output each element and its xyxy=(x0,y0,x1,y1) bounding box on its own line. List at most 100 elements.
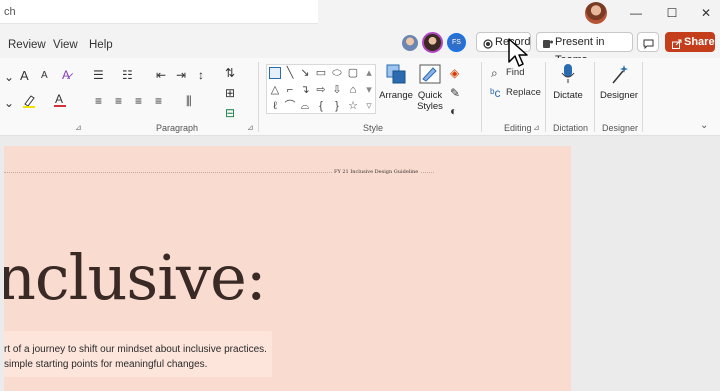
search-box[interactable]: ch xyxy=(0,0,318,24)
font-dialog-launcher[interactable]: ⊿ xyxy=(75,123,82,132)
svg-text:A: A xyxy=(55,92,63,106)
group-label-paragraph: Paragraph xyxy=(156,123,199,133)
replace-icon: ᵇc xyxy=(490,86,501,100)
shape-outline-icon[interactable]: ✎ xyxy=(450,86,460,100)
chevron-down-icon[interactable]: ⌄ xyxy=(4,96,14,110)
gallery-up-icon[interactable]: ▴ xyxy=(363,67,375,79)
shrink-font-button[interactable]: A xyxy=(41,70,48,81)
gallery-down-icon[interactable]: ▾ xyxy=(363,84,375,96)
mouse-cursor-icon xyxy=(508,38,528,67)
ribbon: ⌄ A A A̷ ⌄ A ⊿ ☰ ☷ ⇤ ⇥ ↕ ⇅ ≡ ≡ ≡ ≡ ⫼ ⊞ ⊟… xyxy=(0,58,720,136)
arrow-line-shape-icon[interactable]: ↘ xyxy=(299,67,311,79)
slide-body[interactable]: rt of a journey to shift our mindset abo… xyxy=(4,331,272,377)
highlighter-icon[interactable] xyxy=(22,94,36,111)
curve-shape-icon[interactable]: ⌒ xyxy=(284,100,296,112)
group-label-style: Style xyxy=(363,123,384,133)
brace-left-shape-icon[interactable]: { xyxy=(315,100,327,112)
shape-fill-icon[interactable]: ◈ xyxy=(450,66,459,80)
smartart-icon[interactable]: ⊟ xyxy=(225,106,235,120)
quick-styles-icon xyxy=(419,64,441,87)
decrease-indent-icon[interactable]: ⇤ xyxy=(156,68,166,82)
increase-indent-icon[interactable]: ⇥ xyxy=(176,68,186,82)
arrange-icon xyxy=(386,64,406,87)
collaborator-avatar-1[interactable] xyxy=(402,35,418,51)
group-label-dictation: Dictation xyxy=(553,123,589,133)
tab-view[interactable]: View xyxy=(53,39,78,51)
textbox-shape-icon[interactable] xyxy=(269,67,281,79)
group-label-editing: Editing xyxy=(504,123,532,133)
designer-button[interactable]: Designer xyxy=(600,90,638,101)
align-center-icon[interactable]: ≡ xyxy=(115,94,122,108)
triangle-shape-icon[interactable]: △ xyxy=(269,84,281,96)
search-text: ch xyxy=(4,6,16,18)
share-button[interactable]: Share xyxy=(665,32,715,52)
divider xyxy=(258,62,259,132)
grow-font-button[interactable]: A xyxy=(20,68,29,83)
collapse-ribbon-icon[interactable]: ⌄ xyxy=(700,120,708,131)
present-in-teams-button[interactable]: Present in Teams xyxy=(536,32,633,66)
editing-dialog-launcher[interactable]: ⊿ xyxy=(533,123,540,132)
collaborator-avatar-3[interactable]: FS xyxy=(447,33,466,52)
arc-shape-icon[interactable]: ⌓ xyxy=(299,100,311,112)
text-direction-icon[interactable]: ⇅ xyxy=(225,66,235,80)
align-right-icon[interactable]: ≡ xyxy=(135,94,142,108)
justify-icon[interactable]: ≡ xyxy=(155,94,162,108)
freeform-shape-icon[interactable]: ℓ xyxy=(269,100,281,112)
share-icon xyxy=(672,37,682,55)
brace-right-shape-icon[interactable]: } xyxy=(331,100,343,112)
find-icon: ⌕ xyxy=(491,66,498,80)
tab-review[interactable]: Review xyxy=(8,39,46,51)
rectangle-shape-icon[interactable]: ▭ xyxy=(315,67,327,79)
comment-button[interactable] xyxy=(637,32,659,52)
flowchart-shape-icon[interactable]: ⌂ xyxy=(347,84,359,96)
tab-help[interactable]: Help xyxy=(89,39,113,51)
comment-icon xyxy=(643,37,654,55)
down-arrow-shape-icon[interactable]: ⇩ xyxy=(331,84,343,96)
teams-icon xyxy=(543,37,553,55)
divider xyxy=(642,62,643,132)
collaborator-avatar-2[interactable] xyxy=(422,32,443,53)
columns-icon[interactable]: ⫼ xyxy=(186,94,192,109)
numbering-icon[interactable]: ☷ xyxy=(122,68,133,82)
title-bar: ch — ☐ ✕ xyxy=(0,0,720,28)
star-shape-icon[interactable]: ☆ xyxy=(347,100,359,112)
chevron-down-icon[interactable]: ⌄ xyxy=(4,70,14,84)
divider xyxy=(594,62,595,132)
minimize-button[interactable]: — xyxy=(622,4,650,22)
shapes-gallery[interactable]: ╲ ↘ ▭ ⬭ ▢ △ ⌐ ↴ ⇨ ⇩ ⌂ ℓ ⌒ ⌓ { } ☆ ▴ ▾ ▿ xyxy=(266,64,376,114)
font-color-icon[interactable]: A xyxy=(53,92,67,111)
profile-avatar[interactable] xyxy=(585,2,607,24)
paragraph-dialog-launcher[interactable]: ⊿ xyxy=(247,123,254,132)
share-label: Share xyxy=(684,36,715,48)
arrange-button[interactable]: Arrange xyxy=(379,90,413,101)
bullets-icon[interactable]: ☰ xyxy=(93,68,104,82)
quick-styles-button[interactable]: Quick Styles xyxy=(414,90,446,112)
slide-canvas: FY 21 Inclusive Design Guideline nclusiv… xyxy=(0,136,720,391)
shape-effects-icon[interactable]: ◐ xyxy=(450,104,457,118)
slide-header[interactable]: FY 21 Inclusive Design Guideline xyxy=(332,169,421,175)
designer-wand-icon xyxy=(610,63,630,88)
elbow-arrow-shape-icon[interactable]: ↴ xyxy=(299,84,311,96)
clear-formatting-icon[interactable]: A̷ xyxy=(62,68,70,82)
divider xyxy=(545,62,546,132)
microphone-icon xyxy=(560,63,576,88)
align-text-icon[interactable]: ⊞ xyxy=(225,86,235,100)
line-shape-icon[interactable]: ╲ xyxy=(284,67,296,79)
group-label-designer: Designer xyxy=(602,123,639,133)
maximize-button[interactable]: ☐ xyxy=(658,4,686,22)
line-spacing-icon[interactable]: ↕ xyxy=(198,68,204,82)
divider xyxy=(481,62,482,132)
elbow-connector-shape-icon[interactable]: ⌐ xyxy=(284,84,296,96)
slide-body-line-1: rt of a journey to shift our mindset abo… xyxy=(4,344,267,355)
right-arrow-shape-icon[interactable]: ⇨ xyxy=(315,84,327,96)
slide[interactable]: FY 21 Inclusive Design Guideline nclusiv… xyxy=(4,146,571,391)
replace-button[interactable]: Replace xyxy=(506,87,541,98)
gallery-more-icon[interactable]: ▿ xyxy=(363,100,375,112)
align-left-icon[interactable]: ≡ xyxy=(95,94,102,108)
close-button[interactable]: ✕ xyxy=(692,4,720,22)
oval-shape-icon[interactable]: ⬭ xyxy=(331,67,343,79)
slide-title[interactable]: nclusive: xyxy=(4,241,267,314)
record-icon xyxy=(483,37,493,55)
dictate-button[interactable]: Dictate xyxy=(550,90,586,101)
rounded-rect-shape-icon[interactable]: ▢ xyxy=(347,67,359,79)
